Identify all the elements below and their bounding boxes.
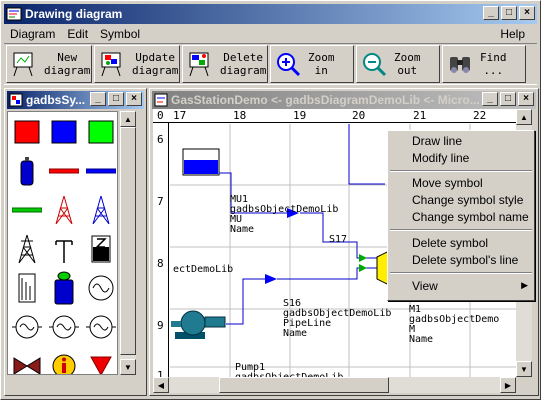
new-diagram-button[interactable]: New diagram [6, 45, 92, 83]
antenna-symbol[interactable] [45, 229, 82, 268]
menu-item-change-symbol-name[interactable]: Change symbol name [412, 209, 529, 225]
symbol-palette [7, 111, 118, 375]
menu-item-delete-symbol[interactable]: Delete symbol [412, 235, 488, 251]
update-diagram-button[interactable]: Update diagram [94, 45, 180, 83]
title-bar: Drawing diagram _ □ × [4, 4, 537, 24]
red-tower-symbol[interactable] [45, 190, 82, 229]
tank-meter-symbol[interactable] [8, 268, 45, 307]
dispenser-symbol[interactable] [45, 268, 82, 307]
flow-arrow-2 [265, 274, 277, 284]
menu-item-change-symbol-style[interactable]: Change symbol style [412, 192, 523, 208]
diagram-scroll-left-button[interactable]: ◀ [153, 377, 169, 393]
delete-diagram-button[interactable]: Delete diagram [182, 45, 268, 83]
minimize-button[interactable]: _ [483, 6, 499, 20]
palette-maximize-button[interactable]: □ [108, 92, 124, 106]
menu-help[interactable]: Help [494, 27, 531, 41]
menu-item-view[interactable]: View [412, 278, 438, 294]
valve-symbol[interactable] [8, 346, 45, 374]
menu-item-delete-symbol-line[interactable]: Delete symbol's line [412, 252, 518, 268]
palette-title-bar: gadbsSy... _ □ × [7, 91, 144, 109]
ac-generator-symbol-2[interactable] [45, 307, 82, 346]
find-label: Find ... [480, 51, 507, 77]
update-diagram-icon [98, 50, 126, 78]
menu-separator [390, 170, 532, 172]
zoom-out-label: Zoom out [394, 51, 421, 77]
blue-tower-symbol[interactable] [82, 190, 117, 229]
green-pipe-symbol[interactable] [8, 190, 45, 229]
menu-edit[interactable]: Edit [61, 27, 94, 41]
transformer-symbol[interactable] [82, 229, 117, 268]
symbol-palette-window: gadbsSy... _ □ × ▲ ▼ [4, 88, 147, 396]
menu-separator [390, 272, 532, 274]
zoom-in-label: Zoom in [308, 51, 335, 77]
red-pipe-symbol[interactable] [45, 151, 82, 190]
palette-scroll-up-button[interactable]: ▲ [120, 111, 136, 127]
diagram-maximize-button[interactable]: □ [500, 92, 516, 106]
diagram-close-button[interactable]: × [518, 92, 534, 106]
diagram-title: GasStationDemo <- gadbsDiagramDemoLib <-… [171, 93, 480, 107]
zoom-out-icon [360, 50, 388, 78]
palette-minimize-button[interactable]: _ [90, 92, 106, 106]
label-m1: M1 gadbsObjectDemo M Name [409, 304, 500, 345]
palette-title: gadbsSy... [26, 93, 86, 107]
menu-item-draw-line[interactable]: Draw line [412, 133, 462, 149]
palette-window-icon [9, 93, 23, 107]
diagram-hscroll-thumb[interactable] [219, 377, 389, 393]
zoom-out-button[interactable]: Zoom out [356, 45, 440, 83]
palette-close-button[interactable]: × [126, 92, 142, 106]
label-s16: S16 gadbsObjectDemoLib PipeLine Name [283, 298, 392, 339]
menu-diagram[interactable]: Diagram [4, 27, 61, 41]
blue-square-symbol[interactable] [45, 112, 82, 151]
green-square-symbol[interactable] [82, 112, 117, 151]
black-tower-symbol[interactable] [8, 229, 45, 268]
zoom-in-icon [274, 50, 302, 78]
menu-separator [390, 229, 532, 231]
diagram-scroll-up-button[interactable]: ▲ [516, 109, 532, 125]
app-icon [6, 6, 22, 22]
red-triangle-symbol[interactable] [82, 346, 117, 374]
maximize-button[interactable]: □ [501, 6, 517, 20]
window-title: Drawing diagram [25, 7, 123, 21]
gas-bottle-symbol[interactable] [8, 151, 45, 190]
new-diagram-label: New diagram [44, 51, 91, 77]
info-icon[interactable] [45, 346, 82, 374]
label-mu1: MU1 gadbsObjectDemoLib MU Name [230, 194, 339, 235]
new-diagram-icon [10, 50, 38, 78]
red-square-symbol[interactable] [8, 112, 45, 151]
diagram-scroll-down-button[interactable]: ▼ [516, 361, 532, 377]
label-s17: S17 [329, 234, 348, 245]
ac-generator-symbol-3[interactable] [82, 307, 117, 346]
menu-item-modify-line[interactable]: Modify line [412, 150, 469, 166]
label-ectdemolib: ectDemoLib [173, 264, 234, 275]
ac-source-symbol[interactable] [82, 268, 117, 307]
palette-vertical-scrollbar[interactable]: ▲ ▼ [120, 111, 136, 375]
update-diagram-label: Update diagram [132, 51, 179, 77]
blue-pipe-symbol[interactable] [82, 151, 117, 190]
find-button[interactable]: Find ... [442, 45, 526, 83]
palette-scroll-thumb[interactable] [120, 127, 136, 355]
menu-item-move-symbol[interactable]: Move symbol [412, 175, 483, 191]
context-menu: Draw line Modify line Move symbol Change… [387, 130, 535, 301]
delete-diagram-icon [186, 50, 214, 78]
palette-scroll-down-button[interactable]: ▼ [120, 359, 136, 375]
ac-generator-symbol-1[interactable] [8, 307, 45, 346]
zoom-in-button[interactable]: Zoom in [270, 45, 354, 83]
close-button[interactable]: × [519, 6, 535, 20]
diagram-scroll-right-button[interactable]: ▶ [500, 377, 516, 393]
tank-symbol [182, 148, 220, 176]
diagram-horizontal-scrollbar[interactable]: ◀ ▶ [153, 377, 516, 393]
submenu-arrow-icon: ▶ [521, 280, 528, 290]
main-window: Drawing diagram _ □ × Diagram Edit Symbo… [0, 0, 541, 400]
diagram-minimize-button[interactable]: _ [482, 92, 498, 106]
binoculars-icon [446, 50, 474, 78]
scrollbar-corner [516, 377, 532, 393]
delete-diagram-label: Delete diagram [220, 51, 267, 77]
diagram-title-bar: GasStationDemo <- gadbsDiagramDemoLib <-… [152, 91, 536, 109]
toolbar: New diagram Update diagram Delete diagra… [4, 43, 537, 85]
pump-symbol [171, 310, 226, 339]
diagram-window-icon [154, 93, 168, 107]
menu-symbol[interactable]: Symbol [94, 27, 146, 41]
menu-bar: Diagram Edit Symbol Help [4, 25, 537, 43]
label-pump1: Pump1 gadbsObjectDemoLib [235, 362, 343, 378]
